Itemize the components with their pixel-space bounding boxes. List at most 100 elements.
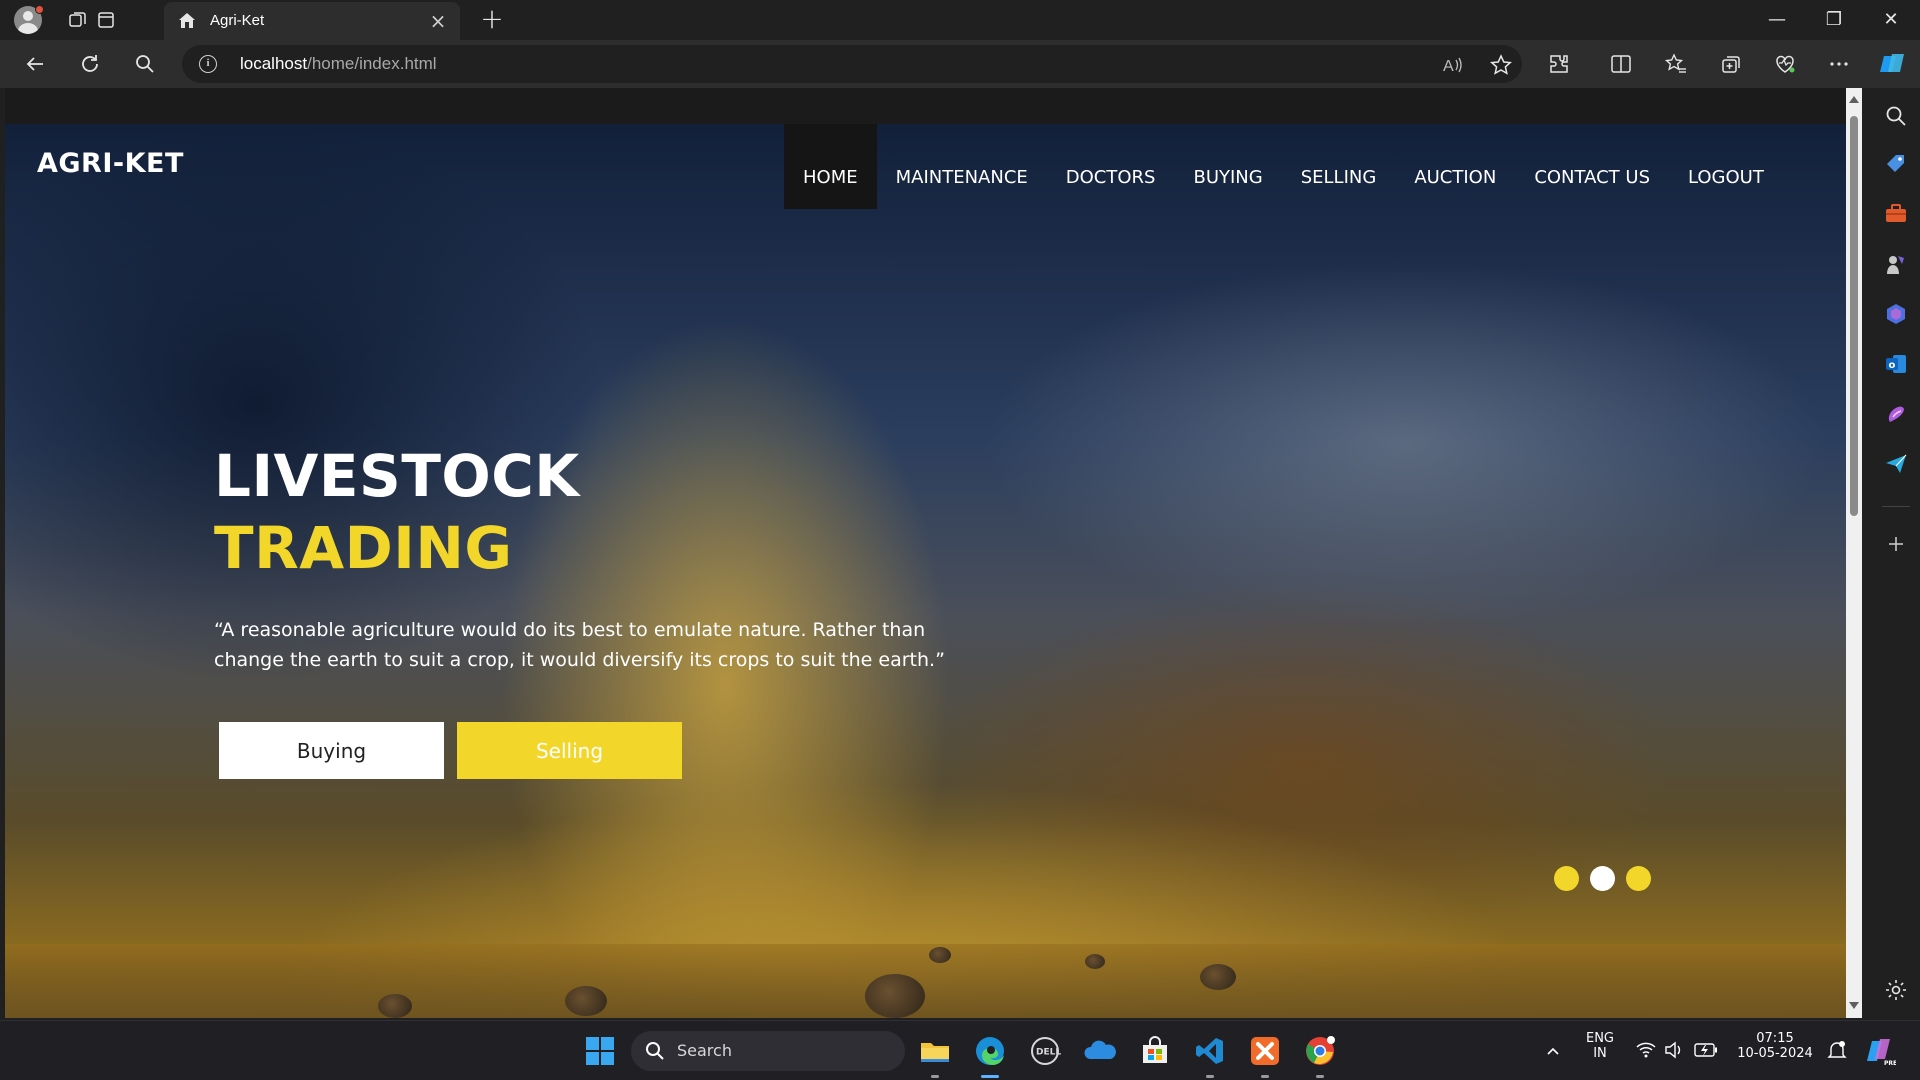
onedrive-icon[interactable] — [1084, 1035, 1116, 1067]
page-scrollbar[interactable] — [1846, 88, 1862, 1018]
minimize-button[interactable]: — — [1749, 0, 1805, 40]
sidebar-settings-icon[interactable] — [1884, 978, 1908, 1002]
vertical-tabs-icon[interactable] — [92, 6, 120, 34]
edge-icon[interactable] — [974, 1035, 1006, 1067]
edge-sidebar: o — [1872, 88, 1920, 1018]
taskbar-copilot-icon[interactable]: PRE — [1864, 1035, 1896, 1067]
shopping-tag-icon[interactable] — [1884, 152, 1908, 176]
hay-bale-image — [1200, 964, 1236, 990]
windows-taskbar: Search DELL ENG IN 07:15 10-05-2024 PRE — [0, 1020, 1920, 1080]
search-icon[interactable] — [131, 50, 159, 78]
xampp-running-indicator — [1261, 1075, 1269, 1078]
store-icon[interactable] — [1139, 1035, 1171, 1067]
selling-button[interactable]: Selling — [457, 722, 682, 779]
main-navigation: HOME MAINTENANCE DOCTORS BUYING SELLING … — [784, 124, 1783, 209]
site-info-icon[interactable]: i — [199, 55, 217, 73]
hero-quote-line1: “A reasonable agriculture would do its b… — [214, 619, 926, 641]
vscode-icon[interactable] — [1194, 1035, 1226, 1067]
clock-time: 07:15 — [1756, 1031, 1794, 1046]
wifi-icon[interactable] — [1636, 1041, 1656, 1059]
read-aloud-icon[interactable]: A — [1442, 54, 1464, 76]
start-icon[interactable] — [584, 1035, 616, 1067]
designer-icon[interactable] — [1884, 402, 1908, 426]
games-icon[interactable] — [1884, 252, 1908, 276]
browser-toolbar: i localhost/home/index.html A — [0, 40, 1920, 88]
xampp-icon[interactable] — [1249, 1035, 1281, 1067]
hay-bale-image — [378, 994, 412, 1018]
nav-selling[interactable]: SELLING — [1282, 124, 1396, 209]
taskbar-search[interactable]: Search — [631, 1031, 905, 1071]
dell-icon[interactable]: DELL — [1029, 1035, 1061, 1067]
address-text: localhost/home/index.html — [240, 54, 437, 74]
taskbar-search-icon — [646, 1042, 664, 1060]
address-host: localhost — [240, 54, 308, 73]
copilot-sidebar-icon[interactable] — [1884, 302, 1908, 326]
svg-text:PRE: PRE — [1884, 1060, 1896, 1067]
carousel-dot[interactable] — [1590, 866, 1615, 891]
site-logo[interactable]: AGRI-KET — [37, 148, 184, 179]
nav-logout[interactable]: LOGOUT — [1669, 124, 1783, 209]
explorer-running-indicator — [931, 1075, 939, 1078]
hero-headline-line1: LIVESTOCK — [214, 442, 580, 510]
battery-icon[interactable] — [1694, 1042, 1718, 1058]
notifications-bell-icon[interactable] — [1826, 1039, 1848, 1061]
chrome-running-indicator — [1316, 1075, 1324, 1078]
hay-bale-image — [565, 986, 607, 1016]
buying-button[interactable]: Buying — [219, 722, 444, 779]
more-options-icon[interactable] — [1825, 50, 1853, 78]
address-path: /home/index.html — [307, 54, 437, 73]
hay-bale-image — [865, 974, 925, 1018]
hero-banner: AGRI-KET HOME MAINTENANCE DOCTORS BUYING… — [5, 124, 1846, 1018]
hay-bale-image — [929, 947, 951, 963]
language-indicator[interactable]: ENG IN — [1580, 1031, 1620, 1061]
sidebar-search-icon[interactable] — [1884, 104, 1908, 128]
site-favicon-icon — [179, 13, 195, 28]
volume-icon[interactable] — [1664, 1041, 1684, 1059]
hero-quote-line2: change the earth to suit a crop, it woul… — [214, 649, 945, 671]
file-explorer-icon[interactable] — [919, 1035, 951, 1067]
edge-active-indicator — [981, 1075, 999, 1078]
nav-auction[interactable]: AUCTION — [1395, 124, 1515, 209]
tools-briefcase-icon[interactable] — [1884, 202, 1908, 226]
active-tab[interactable]: Agri-Ket × — [164, 2, 460, 40]
hero-headline-line2: TRADING — [214, 514, 513, 582]
chrome-icon[interactable] — [1304, 1035, 1336, 1067]
restore-button[interactable]: ❐ — [1806, 0, 1862, 40]
svg-text:A: A — [1443, 58, 1454, 75]
address-bar[interactable]: i localhost/home/index.html A — [182, 45, 1522, 83]
scroll-down-icon[interactable] — [1849, 1002, 1859, 1009]
tab-close-icon[interactable]: × — [426, 9, 450, 33]
add-sidebar-app-icon[interactable] — [1884, 532, 1908, 556]
send-icon[interactable] — [1884, 452, 1908, 476]
nav-maintenance[interactable]: MAINTENANCE — [877, 124, 1047, 209]
scrollbar-thumb[interactable] — [1850, 116, 1858, 516]
nav-contact-us[interactable]: CONTACT US — [1515, 124, 1669, 209]
outlook-icon[interactable]: o — [1884, 352, 1908, 376]
carousel-dot[interactable] — [1554, 866, 1579, 891]
tab-title: Agri-Ket — [210, 12, 265, 29]
clock-date: 10-05-2024 — [1737, 1046, 1813, 1061]
new-tab-button[interactable]: + — [478, 5, 506, 33]
close-window-button[interactable]: ✕ — [1863, 0, 1919, 40]
browser-essentials-icon[interactable] — [1771, 50, 1799, 78]
favorites-icon[interactable] — [1662, 50, 1690, 78]
extensions-icon[interactable] — [1545, 50, 1573, 78]
clock[interactable]: 07:15 10-05-2024 — [1732, 1031, 1818, 1061]
svg-text:DELL: DELL — [1036, 1048, 1061, 1058]
scroll-up-icon[interactable] — [1849, 96, 1859, 103]
tray-chevron-up-icon[interactable] — [1545, 1043, 1561, 1059]
workspaces-icon[interactable] — [64, 6, 92, 34]
nav-doctors[interactable]: DOCTORS — [1047, 124, 1175, 209]
copilot-icon[interactable] — [1878, 50, 1906, 78]
hay-bale-image — [1085, 954, 1105, 969]
nav-buying[interactable]: BUYING — [1174, 124, 1281, 209]
back-icon[interactable] — [21, 50, 49, 78]
collections-icon[interactable] — [1717, 50, 1745, 78]
vscode-running-indicator — [1206, 1075, 1214, 1078]
taskbar-search-label: Search — [677, 1041, 732, 1060]
carousel-dot[interactable] — [1626, 866, 1651, 891]
favorite-star-icon[interactable] — [1490, 54, 1512, 76]
split-screen-icon[interactable] — [1607, 50, 1635, 78]
nav-home[interactable]: HOME — [784, 124, 877, 209]
refresh-icon[interactable] — [76, 50, 104, 78]
